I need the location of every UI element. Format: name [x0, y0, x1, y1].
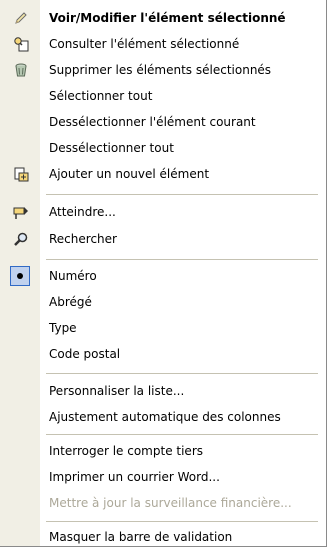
menu-item-search[interactable]: Rechercher [0, 226, 326, 252]
menu-separator [46, 259, 318, 260]
menu-item-label: Dessélectionner tout [49, 141, 174, 155]
menu-item-label: Consulter l'élément sélectionné [49, 37, 240, 51]
menu-item-add-new[interactable]: Ajouter un nouvel élément [0, 161, 326, 187]
menu-item-label: Personnaliser la liste... [49, 384, 185, 398]
menu-item-label: Supprimer les éléments sélectionnés [49, 63, 272, 77]
menu-item-label: Interroger le compte tiers [49, 444, 204, 458]
menu-item-label: Mettre à jour la surveillance financière… [49, 496, 292, 510]
menu-separator [46, 434, 318, 435]
menu-item-goto[interactable]: Atteindre... [0, 199, 326, 225]
menu-item-sort-abbrev[interactable]: Abrégé [0, 289, 326, 315]
menu-item-label: Ajustement automatique des colonnes [49, 410, 281, 424]
add-item-icon [13, 166, 29, 182]
menu-item-auto-fit-columns[interactable]: Ajustement automatique des colonnes [0, 404, 326, 430]
radio-dot-icon [17, 273, 23, 279]
menu-item-deselect-current[interactable]: Dessélectionner l'élément courant [0, 109, 326, 135]
menu-item-delete[interactable]: Supprimer les éléments sélectionnés [0, 57, 326, 83]
menu-separator [46, 521, 318, 522]
menu-item-customize-list[interactable]: Personnaliser la liste... [0, 378, 326, 404]
menu-item-label: Type [49, 321, 77, 335]
menu-item-label: Imprimer un courrier Word... [49, 470, 220, 484]
search-icon [13, 231, 29, 247]
menu-item-select-all[interactable]: Sélectionner tout [0, 83, 326, 109]
context-menu: Voir/Modifier l'élément sélectionné Cons… [0, 0, 327, 547]
menu-item-view-edit[interactable]: Voir/Modifier l'élément sélectionné [0, 5, 326, 31]
menu-item-label: Dessélectionner l'élément courant [49, 115, 256, 129]
menu-item-sort-number[interactable]: Numéro [0, 263, 326, 289]
menu-item-label: Numéro [49, 269, 97, 283]
menu-item-label: Ajouter un nouvel élément [49, 167, 210, 181]
menu-item-query-account[interactable]: Interroger le compte tiers [0, 438, 326, 464]
menu-item-label: Abrégé [49, 295, 92, 309]
menu-item-label: Code postal [49, 347, 121, 361]
menu-item-update-monitoring: Mettre à jour la surveillance financière… [0, 490, 326, 516]
trash-icon [13, 62, 29, 78]
menu-item-sort-postal-code[interactable]: Code postal [0, 341, 326, 367]
radio-selected-indicator [10, 266, 30, 286]
view-item-icon [13, 36, 29, 52]
menu-item-label: Atteindre... [49, 205, 116, 219]
menu-item-sort-type[interactable]: Type [0, 315, 326, 341]
menu-item-deselect-all[interactable]: Dessélectionner tout [0, 135, 326, 161]
menu-item-label: Sélectionner tout [49, 89, 153, 103]
pencil-icon [13, 10, 29, 26]
menu-item-label: Masquer la barre de validation [49, 530, 233, 544]
goto-icon [13, 204, 29, 220]
menu-item-print-word-letter[interactable]: Imprimer un courrier Word... [0, 464, 326, 490]
menu-separator [46, 194, 318, 195]
menu-item-hide-validation-bar[interactable]: Masquer la barre de validation [0, 524, 326, 550]
menu-separator [46, 373, 318, 374]
menu-item-view[interactable]: Consulter l'élément sélectionné [0, 31, 326, 57]
menu-item-label: Voir/Modifier l'élément sélectionné [49, 11, 286, 25]
menu-item-label: Rechercher [49, 232, 117, 246]
